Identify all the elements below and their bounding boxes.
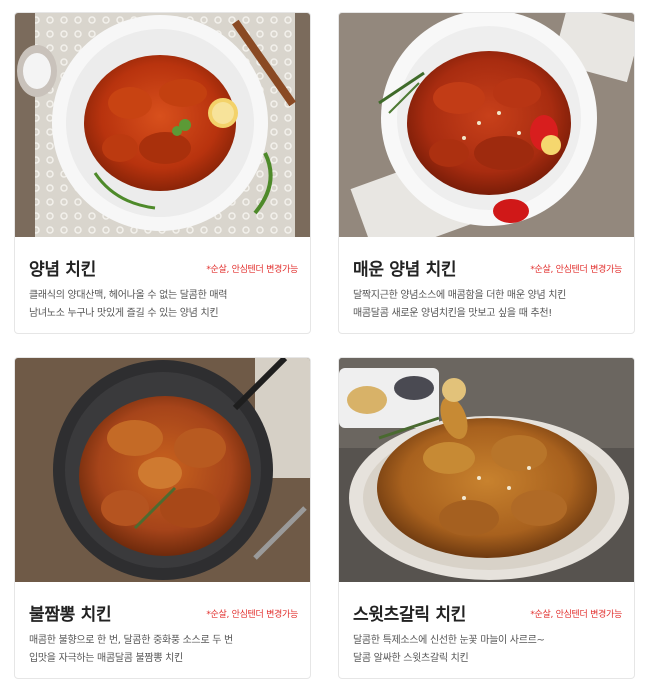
menu-grid: 양념 치킨 *순살, 안심텐더 변경가능 클래식의 양대산맥, 헤어나올 수 없… bbox=[0, 0, 649, 689]
option-note: *순살, 안심텐더 변경가능 bbox=[530, 265, 622, 275]
description-line: 달짝지근한 양념소스에 매콤함을 더한 매운 양념 치킨 bbox=[353, 290, 567, 301]
menu-card-sweet-garlic[interactable]: 스윗츠갈릭 치킨 *순살, 안심텐더 변경가능 달콤한 특제소스에 신선한 눈꽃… bbox=[338, 357, 635, 679]
menu-card-buljjamppong[interactable]: 불짬뽕 치킨 *순살, 안심텐더 변경가능 매콤한 불향으로 한 번, 달콤한 … bbox=[14, 357, 311, 679]
menu-description: 매콤한 불향으로 한 번, 달콤한 중화풍 소스로 두 번 입맛을 자극하는 매… bbox=[29, 632, 301, 668]
description-line: 입맛을 자극하는 매콤달콤 불짬뽕 치킨 bbox=[29, 653, 183, 664]
option-note: *순살, 안심텐더 변경가능 bbox=[206, 265, 298, 275]
menu-card-yangnyeom[interactable]: 양념 치킨 *순살, 안심텐더 변경가능 클래식의 양대산맥, 헤어나올 수 없… bbox=[14, 12, 311, 334]
description-line: 남녀노소 누구나 맛있게 즐길 수 있는 양념 치킨 bbox=[29, 308, 219, 319]
sweet-garlic-chicken-photo bbox=[339, 358, 634, 582]
menu-title: 불짬뽕 치킨 bbox=[29, 605, 112, 625]
yangnyeom-chicken-photo bbox=[15, 13, 310, 237]
menu-card-spicy-yangnyeom[interactable]: 매운 양념 치킨 *순살, 안심텐더 변경가능 달짝지근한 양념소스에 매콤함을… bbox=[338, 12, 635, 334]
option-note: *순살, 안심텐더 변경가능 bbox=[530, 610, 622, 620]
description-line: 달콤 알싸한 스윗츠갈릭 치킨 bbox=[353, 653, 469, 664]
menu-description: 달콤한 특제소스에 신선한 눈꽃 마늘이 사르르~ 달콤 알싸한 스윗츠갈릭 치… bbox=[353, 632, 625, 668]
spicy-yangnyeom-chicken-photo bbox=[339, 13, 634, 237]
menu-title: 양념 치킨 bbox=[29, 260, 96, 280]
menu-description: 달짝지근한 양념소스에 매콤함을 더한 매운 양념 치킨 매콤달콤 새로운 양념… bbox=[353, 287, 625, 323]
buljjamppong-chicken-photo bbox=[15, 358, 310, 582]
menu-title: 스윗츠갈릭 치킨 bbox=[353, 605, 466, 625]
description-line: 클래식의 양대산맥, 헤어나올 수 없는 달콤한 매력 bbox=[29, 290, 228, 301]
menu-description: 클래식의 양대산맥, 헤어나올 수 없는 달콤한 매력 남녀노소 누구나 맛있게… bbox=[29, 287, 301, 323]
description-line: 매콤한 불향으로 한 번, 달콤한 중화풍 소스로 두 번 bbox=[29, 635, 233, 646]
menu-title: 매운 양념 치킨 bbox=[353, 260, 457, 280]
option-note: *순살, 안심텐더 변경가능 bbox=[206, 610, 298, 620]
description-line: 달콤한 특제소스에 신선한 눈꽃 마늘이 사르르~ bbox=[353, 635, 545, 646]
description-line: 매콤달콤 새로운 양념치킨을 맛보고 싶을 때 추천! bbox=[353, 308, 552, 319]
